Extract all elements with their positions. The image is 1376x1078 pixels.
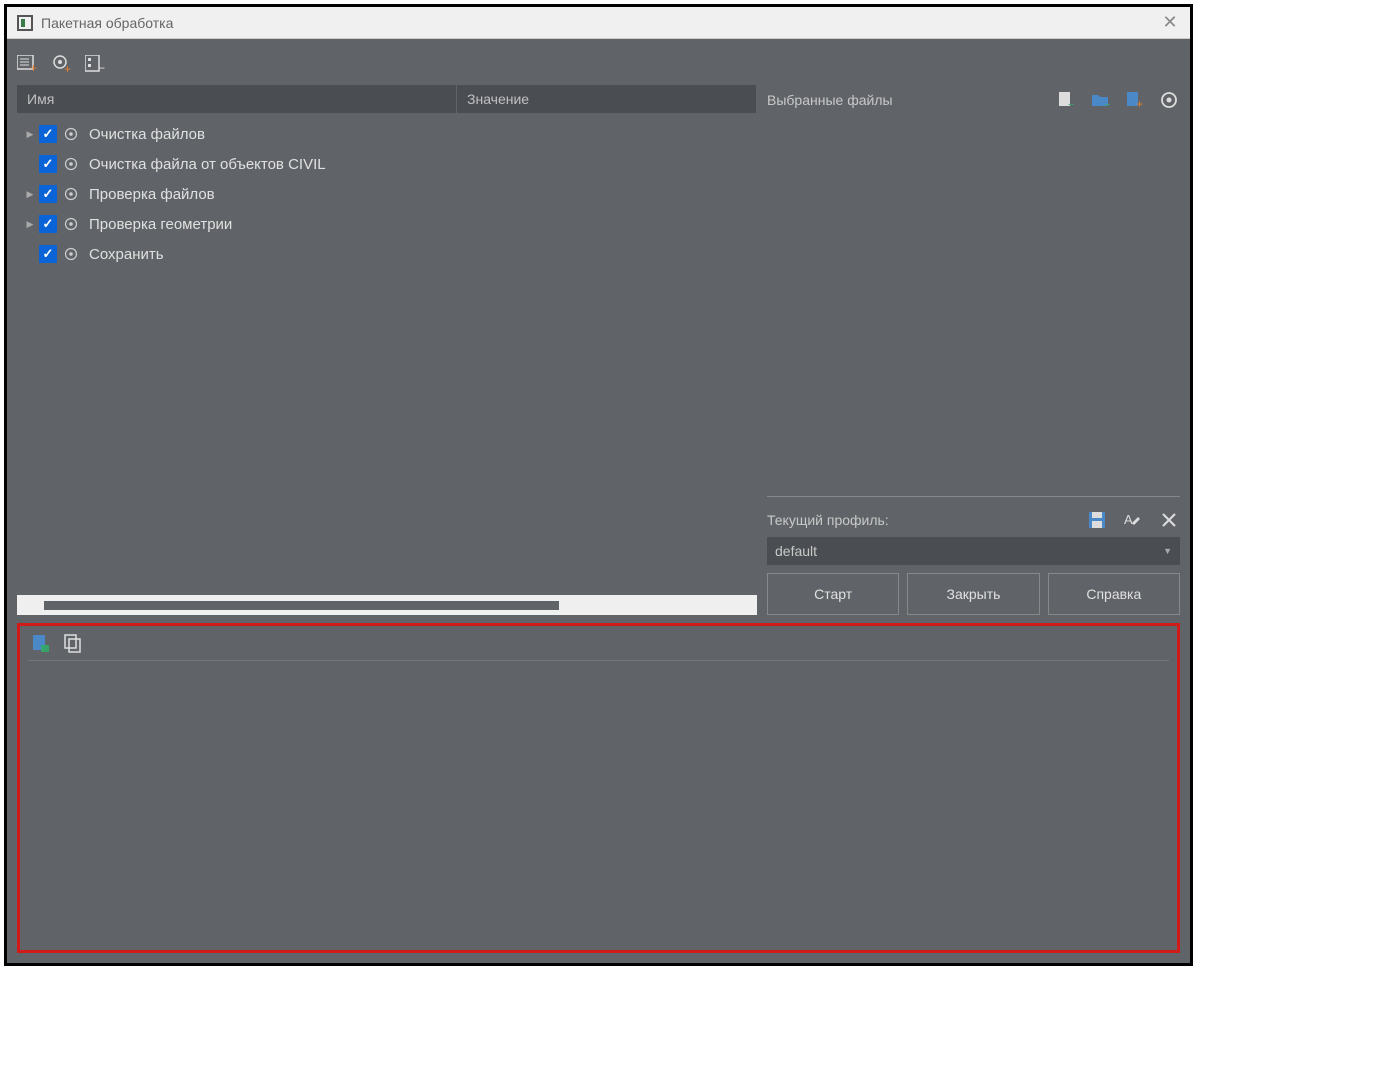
svg-text:−: − xyxy=(1068,99,1074,109)
current-profile-label: Текущий профиль: xyxy=(767,512,1086,528)
expand-toggle-icon[interactable]: ▶ xyxy=(21,219,39,230)
app-body: + + − Имя Значение ▶ Оч xyxy=(7,39,1190,963)
profile-tools: A xyxy=(1086,509,1180,531)
window-frame: Пакетная обработка ✕ + + − Имя Значение xyxy=(4,4,1193,966)
tree-row[interactable]: Сохранить xyxy=(21,239,753,269)
export-log-icon[interactable] xyxy=(30,632,52,654)
gear-add-icon[interactable]: + xyxy=(51,53,73,75)
gear-icon[interactable] xyxy=(63,246,79,262)
copy-log-icon[interactable] xyxy=(62,632,84,654)
tree-label: Очистка файлов xyxy=(89,126,205,143)
selected-files-label: Выбранные файлы xyxy=(767,92,1056,108)
task-tree: ▶ Очистка файлов Очистка файла от объект… xyxy=(17,113,757,595)
window-close-button[interactable]: ✕ xyxy=(1160,12,1180,33)
horizontal-scrollbar[interactable] xyxy=(17,595,757,615)
delete-profile-icon[interactable] xyxy=(1158,509,1180,531)
checkbox[interactable] xyxy=(39,185,57,203)
profile-dropdown[interactable]: default ▼ xyxy=(767,537,1180,565)
dropdown-arrow-icon: ▼ xyxy=(1163,546,1172,556)
profile-value: default xyxy=(775,543,817,559)
action-buttons: Старт Закрыть Справка xyxy=(767,573,1180,615)
right-panel-header: Выбранные файлы − − + xyxy=(767,85,1180,121)
tree-row[interactable]: ▶ Проверка геометрии xyxy=(21,209,753,239)
help-button[interactable]: Справка xyxy=(1048,573,1180,615)
settings-gear-icon[interactable] xyxy=(1158,89,1180,111)
tree-label: Проверка геометрии xyxy=(89,216,232,233)
rename-profile-icon[interactable]: A xyxy=(1122,509,1144,531)
selected-files-list[interactable] xyxy=(767,121,1180,497)
svg-text:+: + xyxy=(64,62,71,74)
add-list-icon[interactable]: + xyxy=(17,53,39,75)
log-panel xyxy=(17,623,1180,953)
remove-list-icon[interactable]: − xyxy=(85,53,107,75)
file-tools: − − + xyxy=(1056,89,1180,111)
app-icon xyxy=(17,15,33,31)
scrollbar-thumb[interactable] xyxy=(44,601,559,610)
main-area: Имя Значение ▶ Очистка файлов Очистка xyxy=(17,85,1180,615)
column-name[interactable]: Имя xyxy=(17,85,457,113)
expand-toggle-icon[interactable]: ▶ xyxy=(21,129,39,140)
save-profile-icon[interactable] xyxy=(1086,509,1108,531)
log-toolbar xyxy=(20,626,1177,660)
svg-text:−: − xyxy=(1104,99,1110,108)
gear-icon[interactable] xyxy=(63,126,79,142)
right-panel: Выбранные файлы − − + Текущий профиль: A xyxy=(767,85,1180,615)
tree-label: Проверка файлов xyxy=(89,186,215,203)
tree-row[interactable]: ▶ Проверка файлов xyxy=(21,179,753,209)
svg-text:A: A xyxy=(1124,512,1133,527)
file-add-icon[interactable]: + xyxy=(1124,89,1146,111)
gear-icon[interactable] xyxy=(63,156,79,172)
tree-label: Очистка файла от объектов CIVIL xyxy=(89,156,326,173)
top-toolbar: + + − xyxy=(17,49,1180,85)
expand-toggle-icon[interactable]: ▶ xyxy=(21,189,39,200)
checkbox[interactable] xyxy=(39,155,57,173)
left-panel: Имя Значение ▶ Очистка файлов Очистка xyxy=(17,85,757,615)
checkbox[interactable] xyxy=(39,245,57,263)
window-title: Пакетная обработка xyxy=(41,15,1160,31)
column-headers: Имя Значение xyxy=(17,85,757,113)
close-button[interactable]: Закрыть xyxy=(907,573,1039,615)
checkbox[interactable] xyxy=(39,215,57,233)
folder-remove-icon[interactable]: − xyxy=(1090,89,1112,111)
start-button[interactable]: Старт xyxy=(767,573,899,615)
svg-text:+: + xyxy=(30,61,37,73)
profile-row: Текущий профиль: A xyxy=(767,503,1180,537)
svg-text:+: + xyxy=(1136,97,1143,109)
file-remove-icon[interactable]: − xyxy=(1056,89,1078,111)
tree-label: Сохранить xyxy=(89,246,164,263)
tree-row[interactable]: Очистка файла от объектов CIVIL xyxy=(21,149,753,179)
svg-text:−: − xyxy=(98,61,105,73)
checkbox[interactable] xyxy=(39,125,57,143)
gear-icon[interactable] xyxy=(63,216,79,232)
gear-icon[interactable] xyxy=(63,186,79,202)
titlebar: Пакетная обработка ✕ xyxy=(7,7,1190,39)
column-value[interactable]: Значение xyxy=(457,85,757,113)
log-content[interactable] xyxy=(28,660,1169,942)
tree-row[interactable]: ▶ Очистка файлов xyxy=(21,119,753,149)
